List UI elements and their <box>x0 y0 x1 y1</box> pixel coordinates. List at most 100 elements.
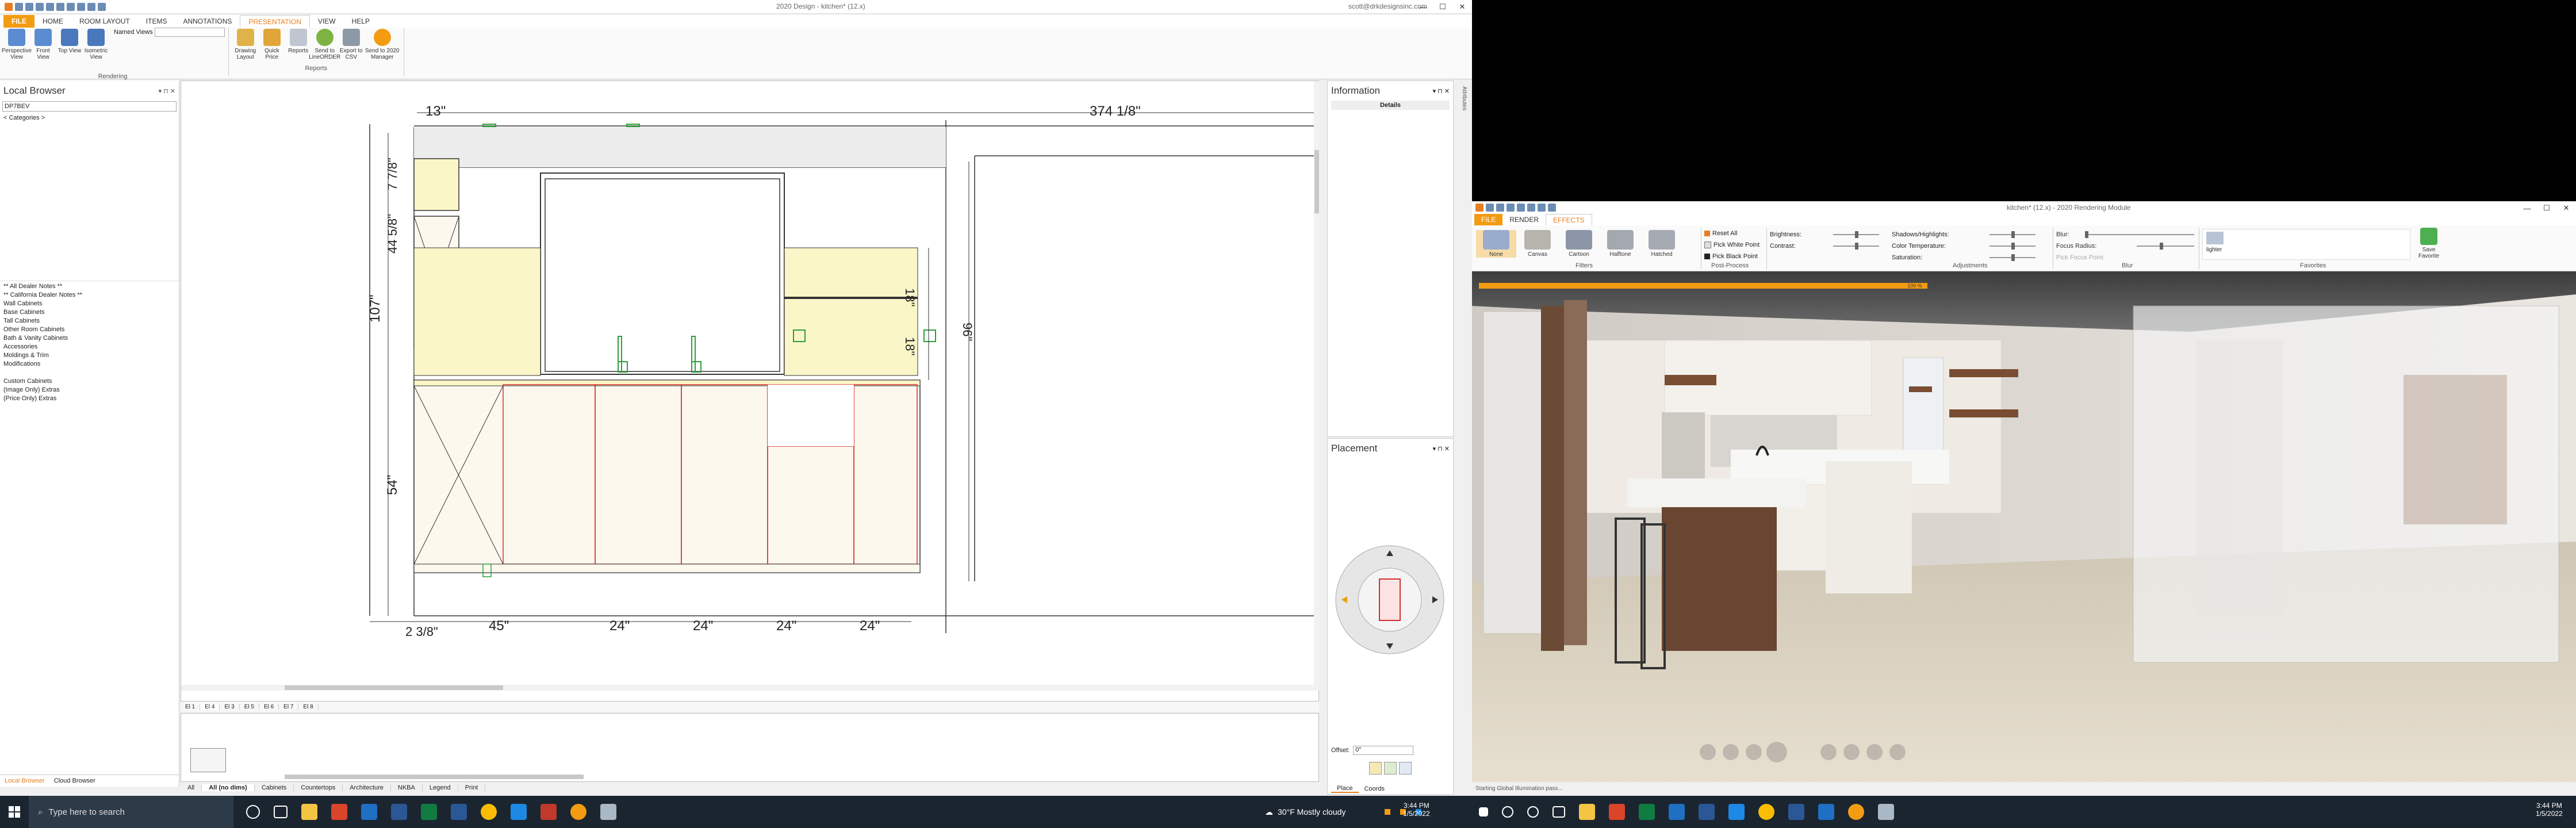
app-icon[interactable] <box>511 804 527 820</box>
browser-list-item[interactable]: Modifications <box>0 360 179 369</box>
tab-cloud-browser[interactable]: Cloud Browser <box>49 777 100 784</box>
catalog-tab[interactable]: Cabinets <box>255 784 294 791</box>
copy-icon[interactable] <box>67 2 75 11</box>
filter-button[interactable]: Hatched <box>1642 230 1682 258</box>
tab-effects[interactable]: EFFECTS <box>1546 213 1592 226</box>
settings-icon[interactable] <box>1548 204 1556 212</box>
excel-icon[interactable] <box>1639 804 1655 820</box>
elevation-tab[interactable]: El 7 <box>279 703 299 710</box>
save-icon[interactable] <box>15 2 23 11</box>
2020-design-icon[interactable] <box>570 804 586 820</box>
close-icon[interactable]: ✕ <box>2556 201 2576 215</box>
details-header[interactable]: Details <box>1331 101 1450 110</box>
word-icon[interactable] <box>391 804 407 820</box>
acrobat-icon[interactable] <box>1609 804 1625 820</box>
send-to-2020-manager-button[interactable]: Send to 2020 Manager <box>365 29 400 60</box>
task-view-icon[interactable] <box>1552 806 1565 818</box>
tab-view[interactable]: VIEW <box>310 15 344 28</box>
filter-button[interactable]: None <box>1476 230 1516 258</box>
favorite-thumbnail[interactable] <box>2206 232 2224 244</box>
minimize-icon[interactable]: — <box>1413 0 1433 14</box>
browser-list-item[interactable]: Moldings & Trim <box>0 351 179 360</box>
elevation-tab[interactable]: El 8 <box>298 703 319 710</box>
cortana-icon[interactable] <box>246 805 260 819</box>
app-icon[interactable] <box>540 804 557 820</box>
minimize-icon[interactable]: — <box>2517 201 2537 215</box>
thumb-scrollbar[interactable] <box>285 775 584 779</box>
align-icon[interactable] <box>1384 762 1397 775</box>
word-icon[interactable] <box>451 804 467 820</box>
tab-render[interactable]: RENDER <box>1502 214 1546 225</box>
catalog-tab[interactable]: Legend <box>423 784 458 791</box>
taskbar-clock-right[interactable]: 3:44 PM 1/5/2022 <box>2536 802 2563 818</box>
tab-home[interactable]: HOME <box>34 15 71 28</box>
acrobat-icon[interactable] <box>331 804 347 820</box>
vertical-scrollbar-thumb[interactable] <box>1314 150 1319 213</box>
export-to-csv-button[interactable]: Export to CSV <box>339 29 364 60</box>
elevation-tab[interactable]: El 3 <box>220 703 240 710</box>
catalog-tab[interactable]: All <box>181 784 202 791</box>
app-icon[interactable] <box>1728 804 1745 820</box>
redo-icon[interactable] <box>1517 204 1525 212</box>
browser-list-item[interactable]: (Price Only) Extras <box>0 394 179 403</box>
chrome-icon[interactable] <box>1758 804 1774 820</box>
rendering-module-icon[interactable] <box>600 804 616 820</box>
contrast-slider[interactable] <box>1833 243 1879 250</box>
word-icon[interactable] <box>1788 804 1804 820</box>
send-to-lineorder-button[interactable]: Send to LineORDER <box>309 29 340 60</box>
front-view-button[interactable]: Front View <box>30 29 56 60</box>
file-explorer-icon[interactable] <box>301 804 317 820</box>
tab-place[interactable]: Place <box>1331 785 1359 793</box>
filter-button[interactable]: Cartoon <box>1559 230 1599 258</box>
placement-compass[interactable] <box>1328 542 1454 657</box>
2020-design-icon[interactable] <box>1848 804 1864 820</box>
favorites-gallery[interactable]: lighter <box>2202 229 2410 260</box>
render-viewport[interactable]: 100 % <box>1472 271 2576 782</box>
pick-black-point-button[interactable]: Pick Black Point <box>1712 251 1758 262</box>
shadows-slider[interactable] <box>1989 231 2035 238</box>
perspective-view-button[interactable]: Perspective View <box>2 29 32 60</box>
catalog-tab[interactable]: All (no dims) <box>202 784 255 791</box>
windows-start-icon[interactable] <box>0 796 29 828</box>
save-favorite-button[interactable]: Save Favorite <box>2416 228 2442 259</box>
browser-list-item[interactable]: Base Cabinets <box>0 308 179 317</box>
browser-list-item[interactable]: ** California Dealer Notes ** <box>0 291 179 300</box>
pick-white-point-button[interactable]: Pick White Point <box>1713 239 1759 251</box>
camera-icon[interactable] <box>1527 204 1535 212</box>
elevation-tab[interactable]: El 5 <box>240 703 259 710</box>
panel-pin-icon[interactable]: ▾ ⊓ ✕ <box>1433 87 1450 95</box>
browser-list-item[interactable] <box>0 369 179 377</box>
weather-widget[interactable]: ☁ 30°F Mostly cloudy <box>1265 796 1346 828</box>
distribute-icon[interactable] <box>1399 762 1412 775</box>
file-explorer-icon[interactable] <box>1579 804 1595 820</box>
undo-icon[interactable] <box>36 2 44 11</box>
tab-room-layout[interactable]: ROOM LAYOUT <box>71 15 138 28</box>
outlook-icon[interactable] <box>361 804 377 820</box>
layout-icon[interactable] <box>98 2 106 11</box>
attributes-side-tab[interactable]: Attributes <box>1456 86 1467 144</box>
categories-link[interactable]: < Categories > <box>0 114 179 122</box>
focus-radius-slider[interactable] <box>2137 243 2194 250</box>
filter-button[interactable]: Halftone <box>1600 230 1640 258</box>
tab-items[interactable]: ITEMS <box>138 15 175 28</box>
panel-pin-icon[interactable]: ▾ ⊓ ✕ <box>1433 445 1450 453</box>
redo-icon[interactable] <box>46 2 54 11</box>
reset-all-button[interactable]: Reset All <box>1712 228 1737 239</box>
excel-icon[interactable] <box>421 804 437 820</box>
tab-file[interactable]: FILE <box>3 15 34 28</box>
filter-button[interactable]: Canvas <box>1517 230 1558 258</box>
elevation-tab[interactable]: El 1 <box>181 703 201 710</box>
layout-thumbnail[interactable] <box>190 748 226 772</box>
browser-list-item[interactable]: (Image Only) Extras <box>0 386 179 394</box>
saturation-slider[interactable] <box>1989 254 2035 261</box>
word-icon[interactable] <box>1699 804 1715 820</box>
windows-start-icon[interactable] <box>1479 807 1488 816</box>
catalog-tab[interactable]: NKBA <box>391 784 423 791</box>
maximize-icon[interactable]: ☐ <box>1433 0 1452 14</box>
cortana-icon[interactable] <box>1527 806 1539 818</box>
tray-icon[interactable] <box>1385 809 1391 815</box>
tab-presentation[interactable]: PRESENTATION <box>240 14 310 28</box>
browser-list-item[interactable]: Other Room Cabinets <box>0 325 179 334</box>
catalog-tab[interactable]: Countertops <box>294 784 343 791</box>
isometric-view-button[interactable]: Isometric View <box>83 29 109 60</box>
